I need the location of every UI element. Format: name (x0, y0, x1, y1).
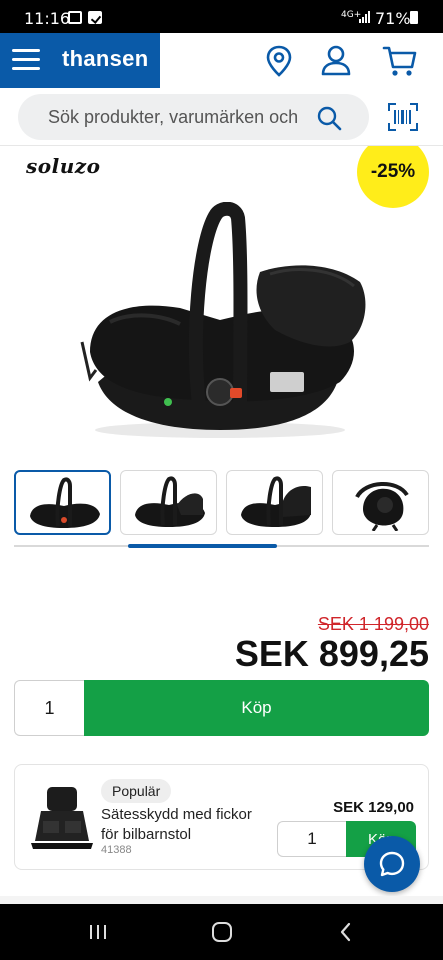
product-main-image[interactable] (70, 202, 380, 450)
recent-apps-icon (90, 925, 106, 939)
battery-percent: 71% (375, 9, 411, 28)
back-button[interactable] (316, 904, 376, 960)
old-price: SEK 1 199,00 (317, 614, 429, 634)
quantity-input[interactable]: 1 (14, 680, 84, 736)
site-header: thansen (0, 33, 443, 88)
thumbnail-image (241, 476, 311, 527)
status-time: 11:16 (24, 9, 71, 28)
current-price: SEK 899,25 (234, 633, 429, 674)
accessory-name[interactable]: Sätesskydd med fickor för bilbarnstol (101, 805, 261, 845)
home-icon (212, 922, 232, 942)
discount-badge: -25% (357, 146, 429, 208)
search-icon[interactable] (316, 105, 342, 131)
thumbnail-3[interactable] (226, 470, 323, 535)
gallery-scroll-indicator[interactable] (128, 544, 277, 548)
search-bar (0, 88, 443, 146)
thumbnail-image (30, 477, 100, 528)
thumbnail-image (355, 481, 409, 531)
menu-icon[interactable] (12, 49, 40, 71)
accessory-image (31, 787, 93, 849)
chat-button[interactable] (364, 836, 420, 892)
thumbnail-image (135, 476, 205, 527)
battery-icon (410, 11, 418, 24)
back-icon (340, 922, 351, 942)
cart-icon[interactable] (380, 41, 420, 81)
location-pin-icon[interactable] (259, 41, 299, 81)
barcode-scanner-icon[interactable] (388, 103, 418, 131)
product-brand-logo: soluzo (26, 154, 101, 178)
accessory-sku: 41388 (101, 844, 132, 856)
search-input[interactable] (48, 94, 314, 140)
check-notification-icon (88, 11, 102, 24)
gallery-notification-icon (68, 11, 82, 24)
thumbnail-1[interactable] (14, 470, 111, 535)
user-icon[interactable] (316, 41, 356, 81)
signal-icon (359, 11, 371, 23)
thumbnail-4[interactable] (332, 470, 429, 535)
buy-button[interactable]: Köp (84, 680, 429, 736)
recent-apps-button[interactable] (68, 904, 128, 960)
site-logo[interactable]: thansen (62, 46, 148, 72)
brand-block: thansen (0, 33, 160, 88)
accessory-quantity-input[interactable]: 1 (277, 821, 346, 857)
system-nav-bar (0, 904, 443, 960)
popular-badge: Populär (101, 779, 172, 803)
accessory-price: SEK 129,00 (333, 799, 414, 816)
content-divider (0, 896, 443, 904)
product-gallery: soluzo -25% (0, 146, 443, 456)
thumbnail-strip (14, 470, 434, 536)
home-button[interactable] (192, 904, 252, 960)
status-bar: 11:16 4G+ 71% (0, 0, 443, 33)
chat-icon (379, 851, 405, 877)
search-box[interactable] (18, 94, 369, 140)
thumbnail-2[interactable] (120, 470, 217, 535)
discount-label: -25% (370, 161, 416, 182)
